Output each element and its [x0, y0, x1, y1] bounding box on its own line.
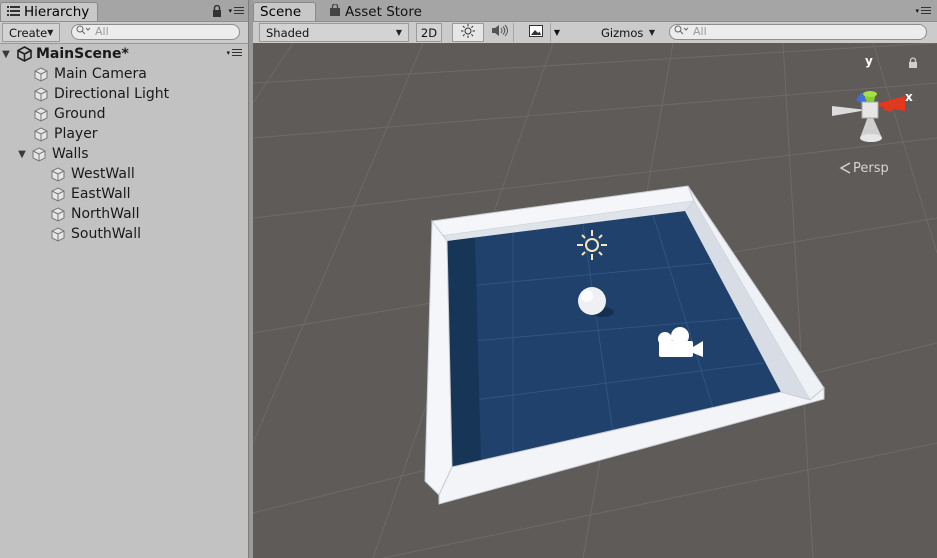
projection-label[interactable]: Persp [853, 161, 889, 176]
tab-hierarchy-label: Hierarchy [24, 4, 90, 20]
hierarchy-item-label: Directional Light [54, 86, 170, 102]
gizmo-y-label: y [865, 54, 873, 68]
menu-icon[interactable]: ▾ [228, 7, 244, 15]
lock-icon[interactable] [909, 57, 917, 68]
hierarchy-item[interactable]: SouthWall [0, 224, 248, 244]
shading-mode-label: Shaded [266, 25, 310, 40]
search-placeholder: All [693, 25, 707, 38]
list-icon [7, 3, 20, 21]
hierarchy-item-label: Walls [52, 146, 89, 162]
search-icon [76, 25, 92, 39]
gameobject-cube-icon [34, 126, 48, 142]
player-highlight [581, 290, 593, 302]
hierarchy-tabstrip: Hierarchy ▾ [0, 0, 248, 22]
hierarchy-item-label: SouthWall [71, 226, 141, 242]
scene-audio-toggle[interactable] [485, 23, 514, 42]
hierarchy-item[interactable]: Ground [0, 104, 248, 124]
scene-name: MainScene* [36, 46, 129, 62]
hierarchy-item[interactable]: Directional Light [0, 84, 248, 104]
create-label: Create [9, 25, 48, 40]
scene-search-input[interactable]: All [669, 24, 927, 40]
scene-menu-icon[interactable]: ▾ [915, 7, 931, 15]
tab-hierarchy[interactable]: Hierarchy [0, 2, 98, 21]
tab-scene-label: Scene [260, 4, 302, 20]
hierarchy-item-label: NorthWall [71, 206, 140, 222]
gizmos-label: Gizmos [601, 25, 644, 40]
hierarchy-item-label: WestWall [71, 166, 135, 182]
hierarchy-panel: Hierarchy ▾ Create ▼ All ▼ MainScene* ▾ … [0, 0, 248, 558]
asset-store-bag-icon [329, 2, 341, 21]
tab-asset-store[interactable]: Asset Store [323, 2, 428, 21]
toggle-2d-button[interactable]: 2D [416, 23, 442, 42]
player-sphere[interactable] [578, 287, 606, 315]
toggle-2d-label: 2D [420, 25, 438, 40]
chevron-down-icon: ▼ [395, 27, 402, 37]
gameobject-cube-icon [51, 186, 65, 202]
image-effects-dropdown[interactable]: ▼ [551, 23, 563, 42]
tab-asset-store-label: Asset Store [345, 3, 422, 20]
scene-lighting-toggle[interactable] [452, 23, 484, 42]
hierarchy-item-label: Player [54, 126, 98, 142]
gameobject-cube-icon [32, 146, 46, 162]
image-effects-icon [528, 24, 543, 41]
scene-tabstrip: Scene Asset Store ▾ [253, 0, 937, 22]
hierarchy-item-walls[interactable]: ▼ Walls [0, 144, 248, 164]
chevron-down-icon: ▼ [553, 28, 561, 37]
audio-icon [491, 24, 508, 41]
lock-icon[interactable] [212, 4, 222, 21]
hierarchy-item-label: EastWall [71, 186, 131, 202]
scene-toolbar: Shaded ▼ 2D ▼ Gizmos ▼ All [253, 22, 937, 44]
hierarchy-item[interactable]: Player [0, 124, 248, 144]
scene-panel: Scene Asset Store ▾ Shaded ▼ 2D ▼ Gizmos… [253, 0, 937, 558]
projection-arrow-icon [839, 162, 851, 174]
unity-logo-icon [16, 46, 33, 62]
hierarchy-item[interactable]: WestWall [0, 164, 248, 184]
tab-scene[interactable]: Scene [253, 2, 316, 21]
image-effects-button[interactable] [521, 23, 551, 42]
gameobject-cube-icon [51, 166, 65, 182]
gameobject-cube-icon [34, 86, 48, 102]
shading-mode-dropdown[interactable]: Shaded ▼ [259, 23, 409, 42]
west-wall[interactable] [424, 219, 453, 496]
gizmo-x-label: x [905, 90, 913, 104]
chevron-down-icon: ▼ [648, 27, 655, 37]
scene-render[interactable]: y x Persp [253, 43, 937, 558]
hierarchy-item[interactable]: Main Camera [0, 64, 248, 84]
foldout-arrow-icon[interactable]: ▼ [0, 49, 12, 60]
gameobject-cube-icon [51, 226, 65, 242]
hierarchy-item[interactable]: EastWall [0, 184, 248, 204]
wall-shadow [447, 237, 481, 467]
gameobject-cube-icon [34, 106, 48, 122]
gameobject-cube-icon [34, 66, 48, 82]
sun-icon [461, 23, 475, 42]
hierarchy-toolbar: Create ▼ All [0, 22, 248, 44]
hierarchy-item[interactable]: NorthWall [0, 204, 248, 224]
scene-viewport[interactable]: y x Persp [253, 43, 937, 558]
search-placeholder: All [95, 25, 109, 38]
scene-menu-icon[interactable]: ▾ [226, 49, 242, 57]
gameobject-cube-icon [51, 206, 65, 222]
hierarchy-item-label: Main Camera [54, 66, 147, 82]
hierarchy-search-input[interactable]: All [71, 24, 240, 40]
search-icon [674, 25, 690, 39]
gizmos-dropdown[interactable]: Gizmos ▼ [597, 23, 659, 42]
foldout-arrow-icon[interactable]: ▼ [16, 149, 28, 160]
gizmo-center-cube[interactable] [861, 101, 879, 119]
scene-root-row[interactable]: ▼ MainScene* ▾ [0, 44, 248, 64]
hierarchy-item-label: Ground [54, 106, 106, 122]
create-button[interactable]: Create ▼ [2, 23, 60, 42]
chevron-down-icon: ▼ [47, 27, 54, 37]
orientation-gizmo[interactable] [832, 91, 905, 142]
